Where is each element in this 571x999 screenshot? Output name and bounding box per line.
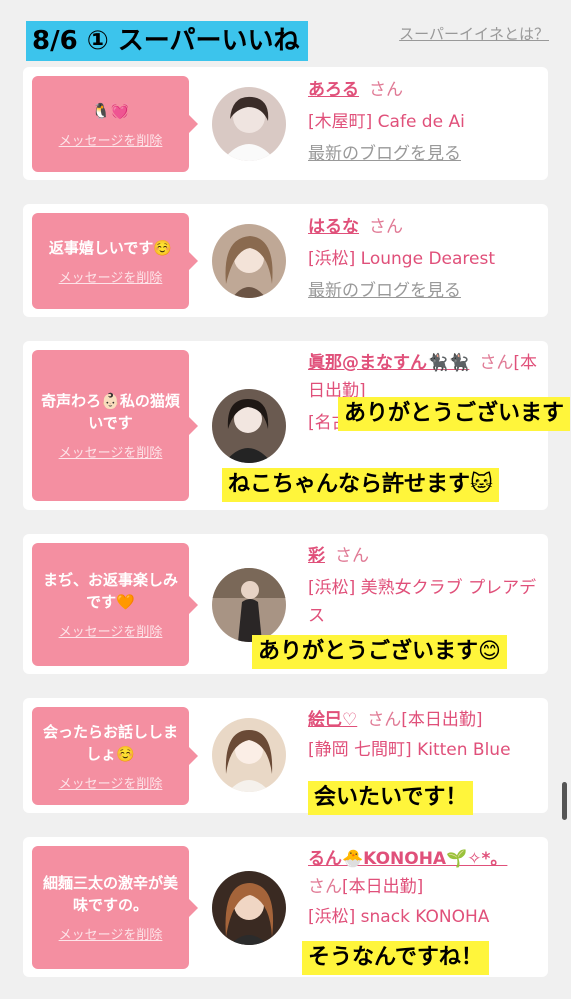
reply-overlay: ありがとうございます xyxy=(338,397,571,431)
shop-label: [浜松] 美熟女クラブ プレアデス xyxy=(308,578,537,626)
honorific: さん xyxy=(335,546,369,566)
message-bubble: 会ったらお話ししましょ☺️ メッセージを削除 xyxy=(32,707,198,805)
message-text: まぢ、お返事楽しみです🧡 xyxy=(42,571,178,611)
honorific: さん xyxy=(367,710,402,730)
delete-message-link[interactable]: メッセージを削除 xyxy=(59,130,163,149)
profile-name-link[interactable]: 絵巳♡ xyxy=(308,710,357,730)
avatar[interactable] xyxy=(212,568,286,642)
honorific: さん xyxy=(369,217,403,237)
page-header: 8/6 ① スーパーいいね スーパーイイネとは？ xyxy=(0,0,571,62)
avatar[interactable] xyxy=(212,389,286,463)
attendance-label: [本日出勤] xyxy=(401,710,483,730)
delete-message-link[interactable]: メッセージを削除 xyxy=(59,442,163,461)
message-bubble: 奇声わろ👶🏻私の猫煩いです メッセージを削除 xyxy=(32,350,198,501)
profile-info: あろる さん [木屋町] Cafe de Ai 最新のブログを見る xyxy=(308,76,540,168)
delete-message-link[interactable]: メッセージを削除 xyxy=(59,773,163,792)
message-text: 会ったらお話ししましょ☺️ xyxy=(42,722,178,763)
reply-overlay: 会いたいです！ xyxy=(308,781,474,815)
profile-name-link[interactable]: はるな xyxy=(308,217,359,237)
message-text: 細麺三太の激辛が美味ですの。 xyxy=(42,874,178,914)
avatar[interactable] xyxy=(212,871,286,945)
reply-overlay-secondary: ねこちゃんなら許せます🐱 xyxy=(222,468,499,502)
message-text: 返事嬉しいです☺️ xyxy=(48,238,173,257)
profile-info: 彩さん [浜松] 美熟女クラブ プレアデス xyxy=(308,542,540,630)
latest-blog-link[interactable]: 最新のブログを見る xyxy=(308,277,461,305)
avatar[interactable] xyxy=(212,224,286,298)
shop-label: [木屋町] Cafe de Ai xyxy=(308,112,465,132)
delete-message-link[interactable]: メッセージを削除 xyxy=(59,267,163,286)
attendance-label: [本日出勤] xyxy=(342,877,424,897)
message-bubble: 細麺三太の激辛が美味ですの。 メッセージを削除 xyxy=(32,846,198,969)
profile-info: 絵巳♡ さん[本日出勤] [静岡 七間町] Kitten Blue xyxy=(308,706,540,764)
shop-label: [浜松] snack KONOHA xyxy=(308,907,490,927)
profile-name-link[interactable]: るん🐣KONOHA🌱✧*。 xyxy=(308,849,507,869)
super-like-card: 返事嬉しいです☺️ メッセージを削除 はるな さん [浜松] Lounge Dea… xyxy=(23,204,548,317)
profile-name-link[interactable]: 彩 xyxy=(308,546,325,566)
delete-message-link[interactable]: メッセージを削除 xyxy=(59,924,163,943)
profile-name-link[interactable]: 眞那@まなすん🐈‍⬛🐈‍⬛ xyxy=(308,353,469,373)
super-like-help-link[interactable]: スーパーイイネとは？ xyxy=(399,23,549,44)
message-text: 🐧💓 xyxy=(91,101,130,120)
message-text: 奇声わろ👶🏻私の猫煩いです xyxy=(41,392,180,432)
reply-overlay: ありがとうございます😊 xyxy=(252,635,507,669)
delete-message-link[interactable]: メッセージを削除 xyxy=(59,621,163,640)
scrollbar-thumb[interactable] xyxy=(562,782,567,820)
message-bubble: 返事嬉しいです☺️ メッセージを削除 xyxy=(32,213,198,309)
latest-blog-link[interactable]: 最新のブログを見る xyxy=(308,140,461,168)
profile-name-link[interactable]: あろる xyxy=(308,80,359,100)
message-bubble: まぢ、お返事楽しみです🧡 メッセージを削除 xyxy=(32,543,198,666)
profile-info: るん🐣KONOHA🌱✧*。 さん[本日出勤] [浜松] snack KONOHA xyxy=(308,845,540,931)
avatar[interactable] xyxy=(212,718,286,792)
honorific: さん xyxy=(479,353,514,373)
honorific: さん xyxy=(308,877,342,897)
profile-info: はるな さん [浜松] Lounge Dearest 最新のブログを見る xyxy=(308,213,540,305)
reply-overlay: そうなんですね！ xyxy=(302,941,489,975)
shop-label: [静岡 七間町] Kitten Blue xyxy=(308,740,511,760)
honorific: さん xyxy=(369,80,403,100)
super-like-card: 🐧💓 メッセージを削除 あろる さん [木屋町] Cafe de Ai 最新のブロ… xyxy=(23,67,548,180)
avatar[interactable] xyxy=(212,87,286,161)
page-title: 8/6 ① スーパーいいね xyxy=(26,21,308,61)
message-bubble: 🐧💓 メッセージを削除 xyxy=(32,76,198,172)
shop-label: [浜松] Lounge Dearest xyxy=(308,249,496,269)
